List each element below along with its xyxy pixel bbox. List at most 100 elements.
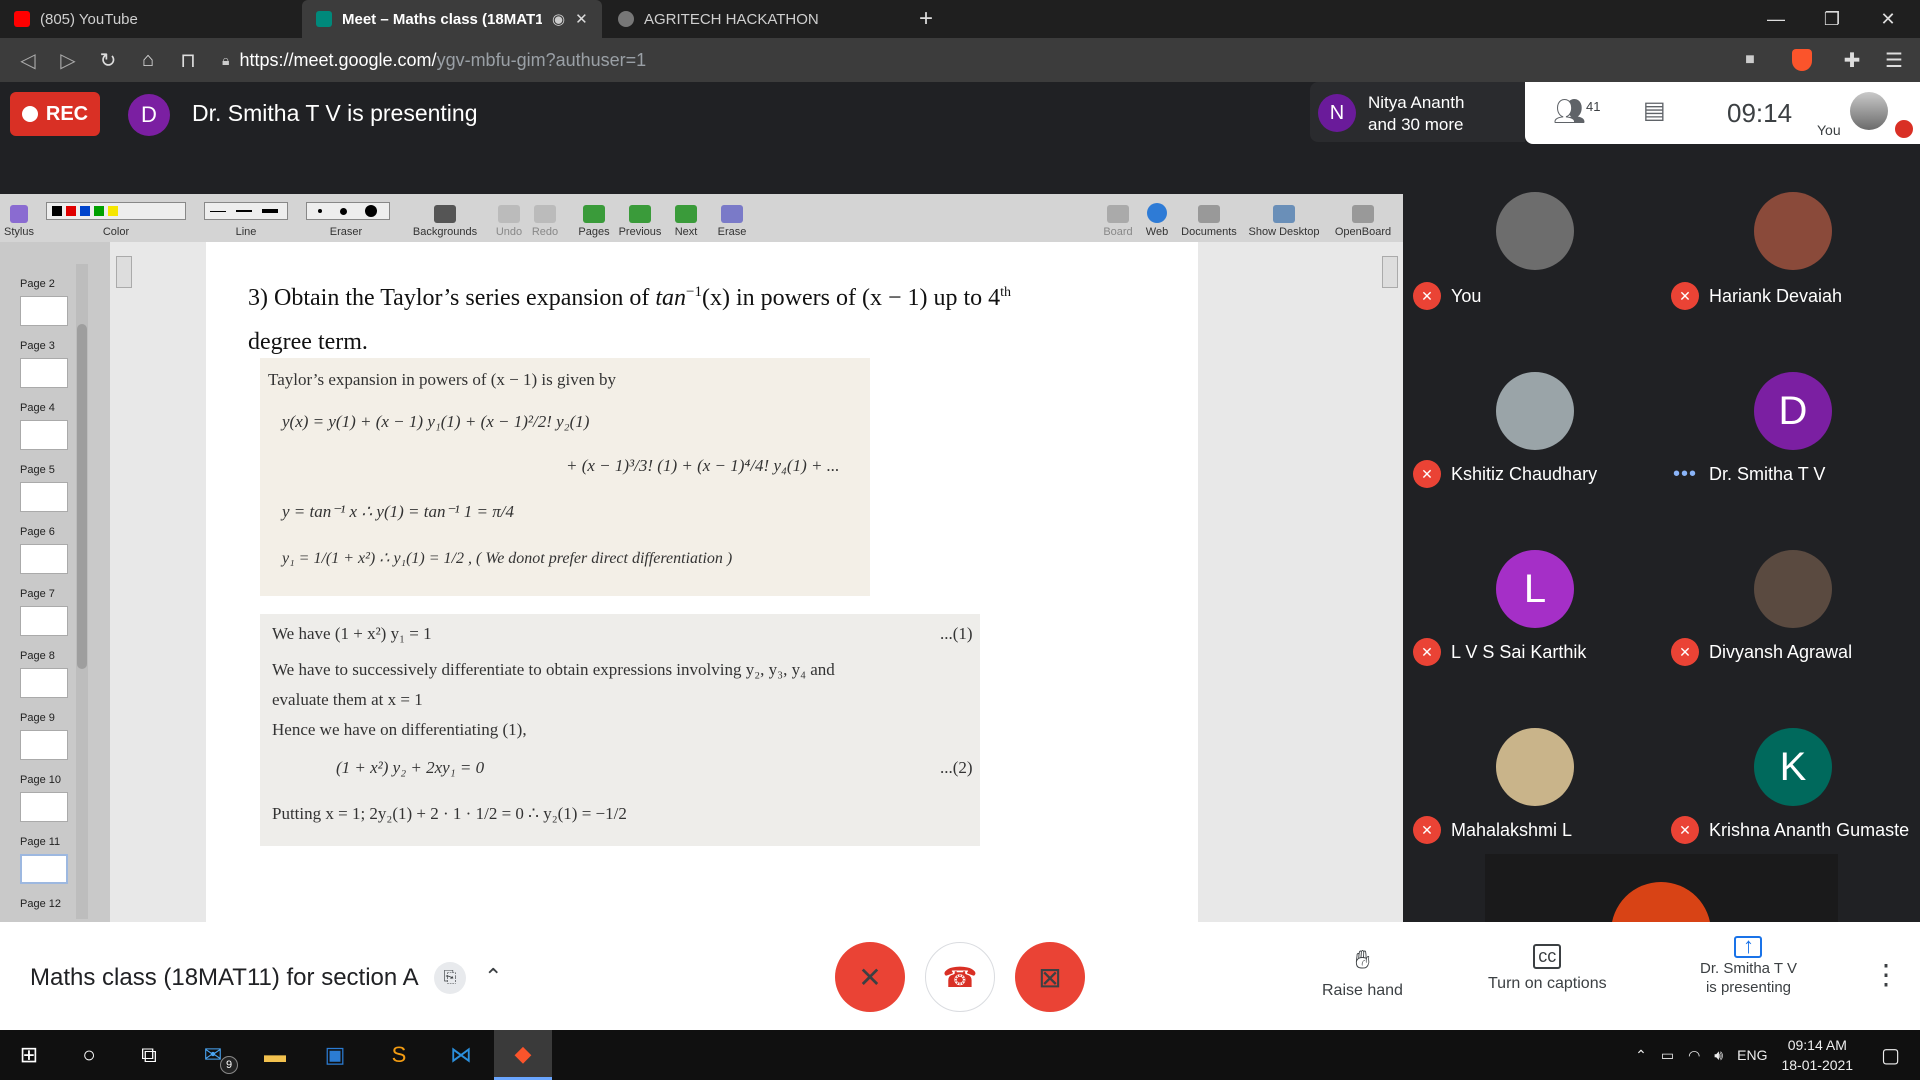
forward-icon[interactable]: ▷	[50, 38, 86, 82]
task-view-icon[interactable]: ⧉	[120, 1030, 178, 1080]
tab-youtube[interactable]: (805) YouTube	[0, 0, 300, 38]
tab-agritech[interactable]: AGRITECH HACKATHON	[604, 0, 904, 38]
presenting-button[interactable]: ↑ Dr. Smitha T V is presenting	[1700, 935, 1797, 997]
page-thumb[interactable]: Page 6	[20, 526, 72, 574]
mic-toggle-button[interactable]: ✕	[835, 942, 905, 1012]
self-avatar[interactable]	[1850, 92, 1888, 130]
captions-button[interactable]: cc Turn on captions	[1488, 944, 1607, 993]
url-path: ygv-mbfu-gim?authuser=1	[436, 49, 647, 70]
pages-button[interactable]: Pages	[578, 194, 610, 242]
clock-date: 18-01-2021	[1781, 1057, 1854, 1073]
scroll-thumb[interactable]	[77, 324, 87, 669]
backgrounds-button[interactable]: Backgrounds	[410, 194, 480, 242]
tab-meet[interactable]: Meet – Maths class (18MAT11) ◉ ✕	[302, 0, 602, 38]
participant-tile[interactable]: L ✕ L V S Sai Karthik	[1403, 550, 1661, 728]
scan-line: We have (1 + x²) y₁ = 1	[272, 624, 432, 643]
previous-button[interactable]: Previous	[618, 194, 662, 242]
question-sup: −1	[686, 284, 702, 300]
line-thin-icon[interactable]	[210, 210, 226, 212]
meeting-title[interactable]: Maths class (18MAT11) for section A	[30, 964, 419, 992]
windows-start-icon[interactable]: ⊞	[0, 1030, 58, 1080]
page-thumb[interactable]: Page 2	[20, 278, 72, 326]
mail-icon[interactable]: ✉ 9	[184, 1030, 242, 1080]
page-label: Page 10	[20, 774, 61, 786]
url-field[interactable]: 🔒︎ https://meet.google.com/ygv-mbfu-gim?…	[222, 46, 1722, 74]
raise-hand-button[interactable]: ✋︎ Raise hand	[1322, 944, 1403, 1000]
leave-call-button[interactable]: ☎	[925, 942, 995, 1012]
erase-label: Erase	[717, 226, 747, 238]
participant-tile[interactable]: ✕ Divyansh Agrawal	[1661, 550, 1919, 728]
self-view-tile[interactable]	[1485, 854, 1838, 982]
minimize-button[interactable]: —	[1748, 0, 1804, 38]
search-icon[interactable]: ○	[60, 1030, 118, 1080]
page-thumb[interactable]: Page 10	[20, 774, 72, 822]
back-icon[interactable]: ◁	[10, 38, 46, 82]
new-tab-button[interactable]: +	[898, 0, 954, 38]
close-tab-icon[interactable]: ✕	[575, 10, 588, 28]
board-button[interactable]: Board	[1102, 194, 1134, 242]
brave-shield-icon[interactable]	[1784, 38, 1820, 82]
speaking-indicator-icon: •••	[1672, 462, 1697, 485]
color-swatch-black[interactable]	[52, 206, 62, 216]
participant-tile[interactable]: D ••• Dr. Smitha T V	[1661, 372, 1919, 550]
file-explorer-icon[interactable]: ▬	[246, 1030, 304, 1080]
line-thick-icon[interactable]	[262, 209, 278, 213]
page-thumb[interactable]: Page 3	[20, 340, 72, 388]
camera-icon[interactable]: ■	[1732, 38, 1768, 82]
collapse-right-handle[interactable]	[1382, 256, 1398, 288]
close-window-button[interactable]: ✕	[1860, 0, 1916, 38]
page-thumb[interactable]: Page 7	[20, 588, 72, 636]
restore-button[interactable]: ❐	[1804, 0, 1860, 38]
participant-name: You	[1451, 285, 1482, 306]
undo-button[interactable]: Undo	[494, 194, 524, 242]
page-thumb[interactable]: Page 12	[20, 898, 72, 910]
erase-button[interactable]: Erase	[716, 194, 748, 242]
menu-icon[interactable]: ☰	[1876, 38, 1912, 82]
store-icon[interactable]: ▣	[306, 1030, 364, 1080]
reload-icon[interactable]: ↻	[90, 38, 126, 82]
camera-toggle-button[interactable]: ⊠	[1015, 942, 1085, 1012]
attachment-icon[interactable]: ⎘	[434, 962, 466, 994]
page-thumb[interactable]: Page 5	[20, 464, 72, 512]
web-button[interactable]: Web	[1142, 194, 1172, 242]
chevron-up-icon[interactable]: ⌃	[484, 964, 502, 990]
bookmark-icon[interactable]: ⊓	[170, 38, 206, 82]
openboard-menu-button[interactable]: OpenBoard	[1328, 194, 1398, 242]
chevron-up-icon[interactable]: ⌃	[1635, 1047, 1647, 1064]
participant-tile[interactable]: ✕ You	[1403, 192, 1661, 372]
page-preview	[20, 544, 68, 574]
wifi-icon[interactable]: ◠	[1688, 1047, 1700, 1064]
eraser-small-icon[interactable]	[318, 209, 322, 213]
volume-icon[interactable]: 🔊︎	[1714, 1047, 1723, 1064]
extensions-icon[interactable]: ✚	[1834, 38, 1870, 82]
page-thumb[interactable]: Page 11	[20, 836, 72, 884]
chat-icon[interactable]: ▤	[1643, 96, 1666, 125]
show-desktop-button[interactable]: Show Desktop	[1246, 194, 1322, 242]
stylus-tool[interactable]: Stylus	[2, 194, 36, 242]
collapse-left-handle[interactable]	[116, 256, 132, 288]
clock[interactable]: 09:14 AM 18-01-2021	[1781, 1035, 1853, 1075]
more-options-icon[interactable]: ⋮	[1872, 958, 1900, 991]
next-button[interactable]: Next	[672, 194, 700, 242]
presenting-label-2: is presenting	[1705, 979, 1792, 996]
home-icon[interactable]: ⌂	[130, 38, 166, 82]
vscode-icon[interactable]: ⋈	[432, 1030, 490, 1080]
redo-button[interactable]: Redo	[530, 194, 560, 242]
color-swatch-blue[interactable]	[80, 206, 90, 216]
page-thumb[interactable]: Page 8	[20, 650, 72, 698]
notifications-icon[interactable]: ▢	[1881, 1043, 1900, 1068]
whiteboard-page[interactable]: 3) Obtain the Taylor’s series expansion …	[206, 242, 1198, 922]
page-thumb[interactable]: Page 4	[20, 402, 72, 450]
documents-button[interactable]: Documents	[1178, 194, 1240, 242]
page-thumb[interactable]: Page 9	[20, 712, 72, 760]
battery-icon[interactable]: ▭	[1661, 1047, 1674, 1064]
sublime-text-icon[interactable]: S	[370, 1030, 428, 1080]
pages-scrollbar[interactable]	[76, 264, 88, 919]
people-icon[interactable]: 👥︎41	[1553, 96, 1600, 127]
brave-browser-icon[interactable]: ◆	[494, 1030, 552, 1080]
participant-tile[interactable]: ✕ Kshitiz Chaudhary	[1403, 372, 1661, 550]
participant-tile[interactable]: ✕ Hariank Devaiah	[1661, 192, 1919, 372]
color-swatch-red[interactable]	[66, 206, 76, 216]
language-indicator[interactable]: ENG	[1737, 1047, 1767, 1063]
eraser-large-icon[interactable]	[365, 205, 377, 217]
